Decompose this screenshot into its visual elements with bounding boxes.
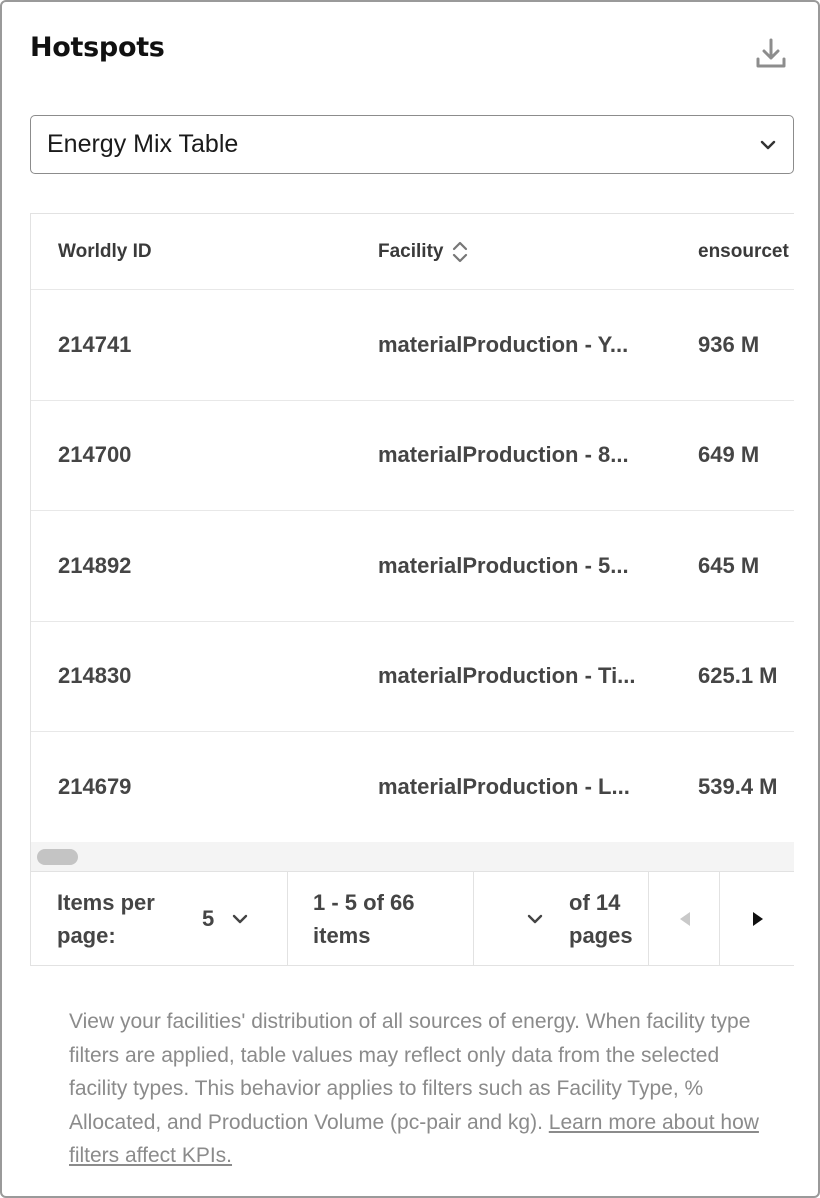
item-range: 1 - 5 of 66 items: [288, 872, 474, 965]
chevron-down-icon: [760, 140, 776, 150]
table-row[interactable]: 214892 materialProduction - 5... 645 M: [31, 511, 794, 622]
column-header-ensourcet: ensourcet: [698, 214, 794, 290]
table-description: View your facilities' distribution of al…: [69, 1005, 759, 1173]
cell-value: 625.1 M: [698, 663, 778, 689]
energy-mix-table: Worldly ID Facility ensourcet 214741 mat…: [30, 213, 794, 966]
download-icon: [756, 38, 786, 68]
caret-left-icon: [680, 912, 690, 926]
table-row[interactable]: 214830 materialProduction - Ti... 625.1 …: [31, 622, 794, 732]
cell-worldly-id: 214830: [58, 663, 132, 689]
items-per-page: Items per page: 5: [31, 872, 288, 965]
table-row[interactable]: 214700 materialProduction - 8... 649 M: [31, 401, 794, 511]
pagination-bar: Items per page: 5 1 - 5 of 66 items of 1…: [31, 872, 794, 965]
cell-value: 936 M: [698, 331, 760, 357]
item-range-label: 1 - 5 of 66 items: [313, 890, 415, 948]
table-row[interactable]: 214679 materialProduction - L... 539.4 M: [31, 732, 794, 843]
items-per-page-select[interactable]: 5: [202, 902, 214, 935]
chevron-down-icon[interactable]: [524, 908, 546, 930]
next-page-button[interactable]: [720, 872, 794, 965]
column-header-facility[interactable]: Facility: [378, 214, 469, 290]
view-select[interactable]: Energy Mix Table: [30, 115, 794, 174]
column-header-label: Worldly ID: [58, 241, 152, 262]
hotspots-card: Hotspots Energy Mix Table Worldly ID Fac…: [0, 0, 820, 1198]
caret-right-icon: [753, 912, 763, 926]
cell-facility: materialProduction - Ti...: [378, 663, 636, 689]
cell-facility: materialProduction - L...: [378, 773, 630, 799]
column-header-worldly-id: Worldly ID: [58, 214, 152, 290]
view-select-value: Energy Mix Table: [47, 130, 239, 158]
card-title: Hotspots: [30, 32, 165, 63]
table-row[interactable]: 214741 materialProduction - Y... 936 M: [31, 290, 794, 401]
cell-worldly-id: 214892: [58, 552, 132, 578]
cell-value: 645 M: [698, 552, 760, 578]
horizontal-scrollbar[interactable]: [31, 842, 794, 872]
cell-value: 539.4 M: [698, 773, 778, 799]
items-per-page-label: Items per page:: [57, 890, 155, 948]
chevron-down-icon[interactable]: [229, 908, 251, 930]
table-header: Worldly ID Facility ensourcet: [31, 214, 794, 290]
scrollbar-thumb[interactable]: [37, 849, 78, 865]
download-button[interactable]: [750, 32, 792, 74]
cell-worldly-id: 214700: [58, 442, 132, 468]
cell-facility: materialProduction - 8...: [378, 442, 629, 468]
cell-facility: materialProduction - 5...: [378, 552, 629, 578]
prev-page-button[interactable]: [649, 872, 720, 965]
column-header-label: Facility: [378, 241, 444, 262]
cell-value: 649 M: [698, 442, 760, 468]
sort-icon[interactable]: [451, 240, 469, 264]
column-header-label: ensourcet: [698, 241, 789, 262]
cell-worldly-id: 214679: [58, 773, 132, 799]
total-pages-label: of 14 pages: [569, 890, 633, 948]
page-select: of 14 pages: [474, 872, 649, 965]
cell-facility: materialProduction - Y...: [378, 331, 629, 357]
cell-worldly-id: 214741: [58, 331, 132, 357]
